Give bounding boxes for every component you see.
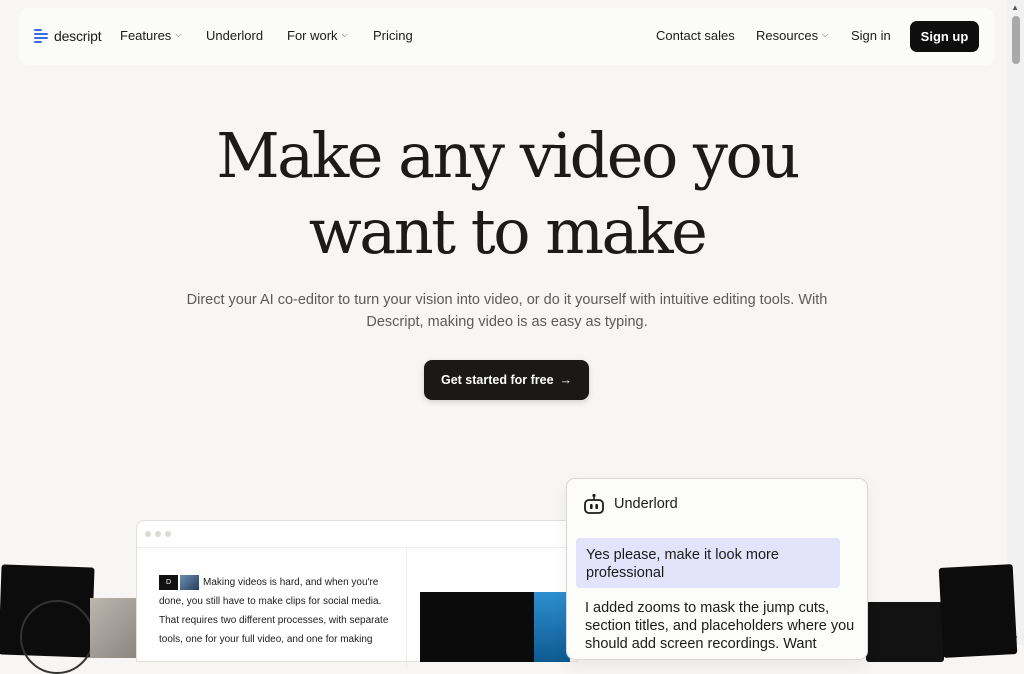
descript-logo[interactable]: descript — [34, 28, 102, 44]
underlord-header: Underlord — [583, 493, 678, 515]
window-dot — [155, 531, 161, 537]
get-started-label: Get started for free — [440, 373, 554, 387]
top-nav: descript Features ⌵ Underlord For work ⌵… — [19, 8, 995, 65]
app-preview-window: D Making videos is hard, and when you're … — [136, 520, 578, 667]
hero-title-line2: want to make — [308, 195, 708, 268]
side-photo-thumbnail — [90, 598, 136, 658]
side-video-thumbnail-right-2 — [866, 602, 944, 662]
chevron-down-icon: ⌵ — [822, 29, 829, 39]
nav-for-work-label: For work — [287, 28, 338, 43]
scroll-up-icon[interactable]: ▲ — [1011, 3, 1019, 12]
transcript-pane: D Making videos is hard, and when you're … — [159, 573, 399, 649]
decorative-arc — [20, 600, 94, 674]
window-title-bar — [137, 521, 577, 548]
window-dot — [145, 531, 151, 537]
get-started-button[interactable]: Get started for free → — [424, 360, 589, 400]
chevron-down-icon: ⌵ — [175, 29, 182, 39]
nav-resources[interactable]: Resources ⌵ — [756, 28, 828, 43]
chevron-down-icon: ⌵ — [341, 29, 348, 39]
nav-pricing[interactable]: Pricing — [373, 28, 413, 43]
sign-up-button[interactable]: Sign up — [910, 21, 979, 52]
underlord-panel: Underlord Yes please, make it look more … — [566, 478, 868, 660]
clip-thumbnail-speaker — [180, 574, 199, 590]
nav-resources-label: Resources — [756, 28, 819, 43]
sign-in-link[interactable]: Sign in — [851, 28, 891, 43]
nav-contact-sales-label: Contact sales — [656, 28, 735, 43]
hero-title: Make any video you want to make — [0, 118, 1014, 270]
nav-underlord[interactable]: Underlord — [206, 28, 263, 43]
user-message-bubble: Yes please, make it look more profession… — [576, 538, 840, 588]
video-preview-accent — [534, 592, 570, 662]
nav-features[interactable]: Features ⌵ — [120, 28, 181, 43]
hero-subtitle: Direct your AI co-editor to turn your vi… — [186, 292, 828, 330]
pane-divider — [406, 547, 407, 667]
hero-title-line1: Make any video you — [216, 119, 800, 192]
page-scrollbar[interactable]: ▲ ▼ — [1007, 0, 1024, 645]
nav-underlord-label: Underlord — [206, 28, 264, 43]
side-video-thumbnail-right — [938, 564, 1018, 658]
window-dot — [165, 531, 171, 537]
robot-icon — [584, 493, 604, 514]
arrow-right-icon: → — [559, 373, 573, 387]
descript-logo-icon — [34, 28, 48, 44]
underlord-title: Underlord — [614, 496, 678, 512]
nav-features-label: Features — [120, 28, 172, 43]
scrollbar-thumb[interactable] — [1012, 16, 1020, 64]
nav-for-work[interactable]: For work ⌵ — [287, 28, 348, 43]
video-preview — [420, 592, 570, 662]
clip-thumbnail-logo: D — [159, 574, 178, 590]
sign-in-label: Sign in — [851, 28, 891, 43]
nav-pricing-label: Pricing — [373, 28, 413, 43]
nav-contact-sales[interactable]: Contact sales — [656, 28, 735, 43]
logo-text: descript — [54, 28, 102, 44]
